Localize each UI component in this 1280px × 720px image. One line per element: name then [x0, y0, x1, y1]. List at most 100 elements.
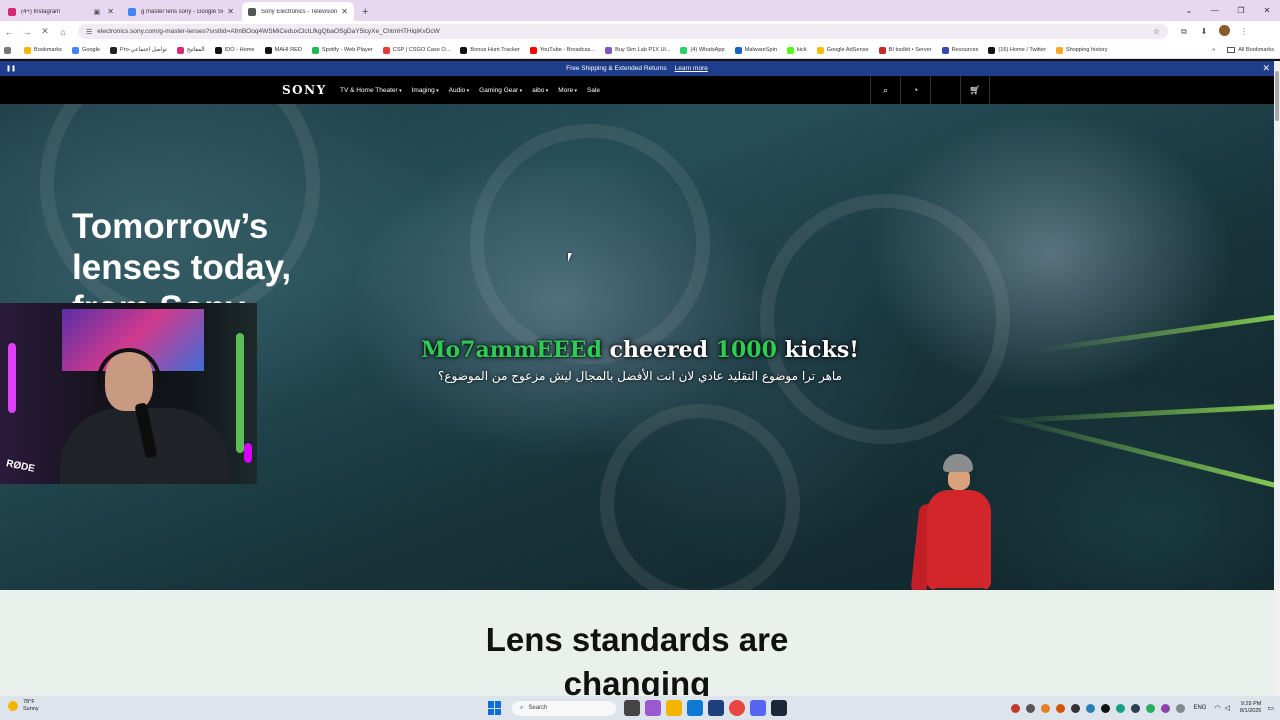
- all-bookmarks-button[interactable]: » All Bookmarks: [1212, 47, 1274, 53]
- tab-media-icon[interactable]: ▣: [94, 8, 101, 16]
- bookmark-favicon-icon: [382, 46, 390, 54]
- bookmark-star-icon[interactable]: ☆: [1153, 27, 1160, 36]
- nav-item[interactable]: Imaging ▾: [412, 87, 439, 94]
- restore-icon[interactable]: ❐: [1228, 6, 1254, 15]
- bookmark-item[interactable]: MalwareSpin: [734, 46, 777, 54]
- browser-tab[interactable]: (4+) Instagram ▣ ✕: [2, 2, 120, 21]
- nav-item[interactable]: More ▾: [558, 87, 577, 94]
- bookmark-item[interactable]: Pro-تواصل اجتماعي: [110, 46, 167, 54]
- tray-app-icon[interactable]: [1041, 703, 1051, 713]
- extension-icon[interactable]: ⧉: [1174, 27, 1194, 37]
- close-window-icon[interactable]: ✕: [1254, 6, 1280, 15]
- page-scrollbar[interactable]: [1274, 61, 1280, 696]
- language-indicator[interactable]: ENG: [1193, 705, 1206, 711]
- task-view-icon[interactable]: [624, 700, 640, 716]
- tray-app-icon[interactable]: [1146, 703, 1156, 713]
- chrome-icon[interactable]: [729, 700, 745, 716]
- bookmark-item[interactable]: Buy Sim Lab P1X Ul...: [605, 46, 670, 54]
- address-bar[interactable]: ☰ electronics.sony.com/g-master-lenses?s…: [78, 24, 1168, 39]
- bookmark-item[interactable]: MAHI RED: [264, 46, 302, 54]
- bookmark-item[interactable]: Google: [71, 46, 100, 54]
- tray-app-icon[interactable]: [1176, 703, 1186, 713]
- notification-icon[interactable]: ▭: [1267, 704, 1274, 712]
- nav-item[interactable]: aibo ▾: [532, 87, 548, 94]
- new-tab-button[interactable]: +: [362, 2, 368, 21]
- sony-logo[interactable]: SONY: [282, 83, 327, 97]
- account-icon[interactable]: [930, 76, 960, 104]
- volume-icon[interactable]: ◁: [1225, 704, 1230, 712]
- search-icon[interactable]: ⌕: [870, 76, 900, 104]
- bookmark-item[interactable]: YouTube - Broadcas...: [529, 46, 595, 54]
- nav-item-label: Audio: [448, 86, 466, 94]
- cart-icon[interactable]: 🛒︎: [960, 76, 990, 104]
- edge-icon[interactable]: [687, 700, 703, 716]
- rode-logo: RØDE: [5, 458, 36, 475]
- bookmark-item[interactable]: Google AdSense: [816, 46, 869, 54]
- store-icon[interactable]: [708, 700, 724, 716]
- browser-tab[interactable]: Sony Electronics - Televisions, A✕: [242, 2, 354, 21]
- bookmark-label: MAHI RED: [274, 47, 302, 53]
- profile-avatar[interactable]: [1214, 25, 1234, 38]
- more-bookmarks-icon[interactable]: »: [1212, 47, 1215, 53]
- minimize-icon[interactable]: —: [1202, 6, 1228, 15]
- tray-app-icon[interactable]: [1056, 703, 1066, 713]
- bookmark-item[interactable]: Bonus Hunt Tracker: [460, 46, 520, 54]
- nav-item[interactable]: Sale: [587, 87, 600, 94]
- bookmark-item[interactable]: Bookmarks: [24, 46, 62, 54]
- tray-app-icon[interactable]: [1071, 703, 1081, 713]
- close-tab-icon[interactable]: ✕: [227, 7, 234, 16]
- scrollbar-thumb[interactable]: [1275, 71, 1279, 121]
- downloads-icon[interactable]: ⬇: [1194, 27, 1214, 36]
- site-info-icon[interactable]: ☰: [86, 28, 92, 36]
- tray-app-icon[interactable]: [1116, 703, 1126, 713]
- copilot-icon[interactable]: [645, 700, 661, 716]
- close-tab-icon[interactable]: ✕: [107, 7, 114, 16]
- bookmark-item[interactable]: kick: [786, 46, 807, 54]
- close-tab-icon[interactable]: ✕: [341, 7, 348, 16]
- browser-tab[interactable]: g master lens sony - Google Sea ✕: [122, 2, 240, 21]
- nav-item[interactable]: Gaming Gear ▾: [479, 87, 522, 94]
- bookmark-item[interactable]: BI toolkit • Server: [878, 46, 932, 54]
- help-icon[interactable]: ◔: [900, 76, 930, 104]
- nav-item-label: TV & Home Theater: [340, 86, 398, 94]
- windows-start-icon[interactable]: [488, 701, 502, 715]
- back-icon[interactable]: ←: [0, 27, 18, 37]
- weather-widget[interactable]: 78°F Sunny: [8, 699, 39, 713]
- bookmark-item[interactable]: (16) Home / Twitter: [988, 46, 1046, 54]
- clock[interactable]: 9:29 PM 8/1/2025: [1240, 701, 1261, 715]
- weather-temp: 78°F: [23, 699, 35, 705]
- learn-more-link[interactable]: Learn more: [675, 65, 708, 72]
- bookmark-item[interactable]: Shopping history: [1055, 46, 1108, 54]
- tray-app-icon[interactable]: [1131, 703, 1141, 713]
- stop-loading-icon[interactable]: ✕: [36, 26, 54, 37]
- apps-icon[interactable]: [4, 46, 14, 54]
- close-banner-icon[interactable]: ✕: [1262, 63, 1270, 74]
- tray-app-icon[interactable]: [1026, 703, 1036, 713]
- tray-app-icon[interactable]: [1101, 703, 1111, 713]
- file-explorer-icon[interactable]: [666, 700, 682, 716]
- tab-search-icon[interactable]: ⌄: [1176, 6, 1202, 15]
- pause-icon[interactable]: ❚❚: [6, 65, 16, 72]
- home-icon[interactable]: ⌂: [54, 27, 72, 37]
- bookmark-item[interactable]: Resources: [941, 46, 978, 54]
- bookmark-item[interactable]: CSP | CSGO Case O...: [382, 46, 450, 54]
- steam-icon[interactable]: [771, 700, 787, 716]
- wifi-icon[interactable]: ◠: [1214, 704, 1220, 712]
- tray-app-icon[interactable]: [1011, 703, 1021, 713]
- tray-app-icon[interactable]: [1161, 703, 1171, 713]
- menu-icon[interactable]: ⋮: [1234, 27, 1254, 36]
- bookmark-item[interactable]: Spotify - Web Player: [311, 46, 373, 54]
- bookmark-item[interactable]: IDO - Home: [214, 46, 255, 54]
- cheer-user: Mo7ammEEEd: [421, 337, 602, 363]
- bookmark-item[interactable]: (4) WhatsApp: [680, 46, 725, 54]
- forward-icon[interactable]: →: [18, 27, 36, 37]
- nav-item[interactable]: Audio ▾: [449, 87, 470, 94]
- nav-item[interactable]: TV & Home Theater ▾: [340, 87, 402, 94]
- cheer-alert: Mo7ammEEEd cheered 1000 kicks!: [0, 337, 1280, 363]
- bookmark-item[interactable]: المفاتيح: [176, 46, 205, 54]
- taskbar-search[interactable]: ⌕ Search: [512, 700, 616, 716]
- tray-app-icon[interactable]: [1086, 703, 1096, 713]
- discord-icon[interactable]: [750, 700, 766, 716]
- cheer-message: ماهر ترا موضوع التقليد عادي لان انت الأف…: [438, 369, 842, 383]
- bookmark-favicon-icon: [460, 46, 468, 54]
